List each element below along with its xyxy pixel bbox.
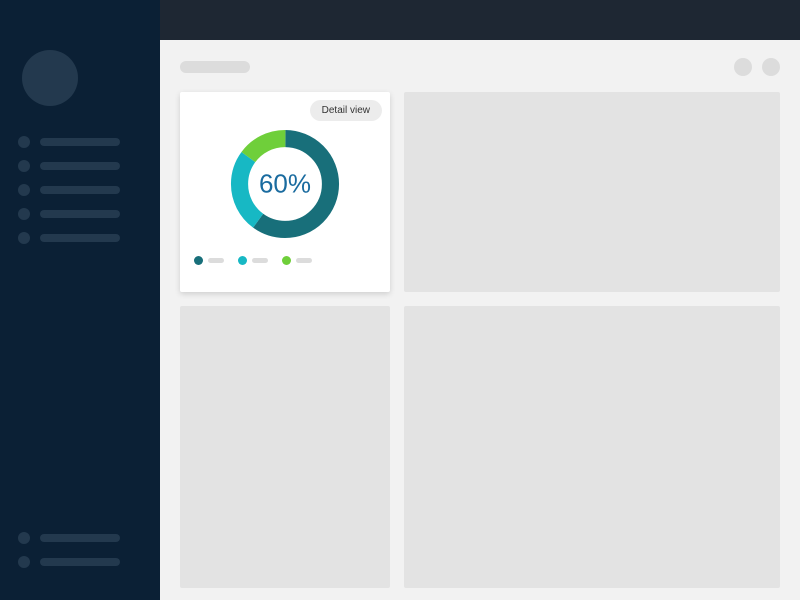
nav-dot-icon [18, 136, 30, 148]
nav-label-skeleton [40, 138, 120, 146]
sidebar-item[interactable] [18, 232, 160, 244]
header-actions [734, 58, 780, 76]
sidebar-item[interactable] [18, 556, 160, 568]
chart-legend [190, 256, 380, 265]
sidebar-item[interactable] [18, 208, 160, 220]
sidebar-bottom [0, 532, 160, 580]
placeholder-card [404, 92, 780, 292]
header-action-icon[interactable] [762, 58, 780, 76]
legend-label-skeleton [252, 258, 268, 263]
placeholder-card [180, 306, 390, 588]
nav-label-skeleton [40, 186, 120, 194]
legend-item [282, 256, 312, 265]
sidebar-item[interactable] [18, 184, 160, 196]
page-title-skeleton [180, 61, 250, 73]
legend-dot-icon [282, 256, 291, 265]
donut-chart-card: Detail view 60% [180, 92, 390, 292]
header-action-icon[interactable] [734, 58, 752, 76]
legend-dot-icon [194, 256, 203, 265]
main-content: Detail view 60% [160, 40, 800, 600]
nav-dot-icon [18, 532, 30, 544]
sidebar-nav [0, 136, 160, 244]
nav-label-skeleton [40, 558, 120, 566]
donut-center-label: 60% [259, 169, 311, 200]
avatar[interactable] [22, 50, 78, 106]
dashboard-grid: Detail view 60% [180, 92, 780, 588]
nav-dot-icon [18, 208, 30, 220]
nav-label-skeleton [40, 162, 120, 170]
app-frame: Detail view 60% [0, 0, 800, 600]
legend-item [238, 256, 268, 265]
sidebar-item[interactable] [18, 532, 160, 544]
donut-chart: 60% [190, 124, 380, 244]
nav-dot-icon [18, 184, 30, 196]
nav-label-skeleton [40, 210, 120, 218]
nav-label-skeleton [40, 234, 120, 242]
legend-label-skeleton [208, 258, 224, 263]
main-header [180, 58, 780, 76]
nav-label-skeleton [40, 534, 120, 542]
legend-label-skeleton [296, 258, 312, 263]
legend-dot-icon [238, 256, 247, 265]
sidebar-item[interactable] [18, 160, 160, 172]
legend-item [194, 256, 224, 265]
placeholder-card [404, 306, 780, 588]
nav-dot-icon [18, 556, 30, 568]
nav-dot-icon [18, 160, 30, 172]
detail-view-button[interactable]: Detail view [310, 100, 382, 121]
nav-dot-icon [18, 232, 30, 244]
sidebar-item[interactable] [18, 136, 160, 148]
sidebar [0, 0, 160, 600]
